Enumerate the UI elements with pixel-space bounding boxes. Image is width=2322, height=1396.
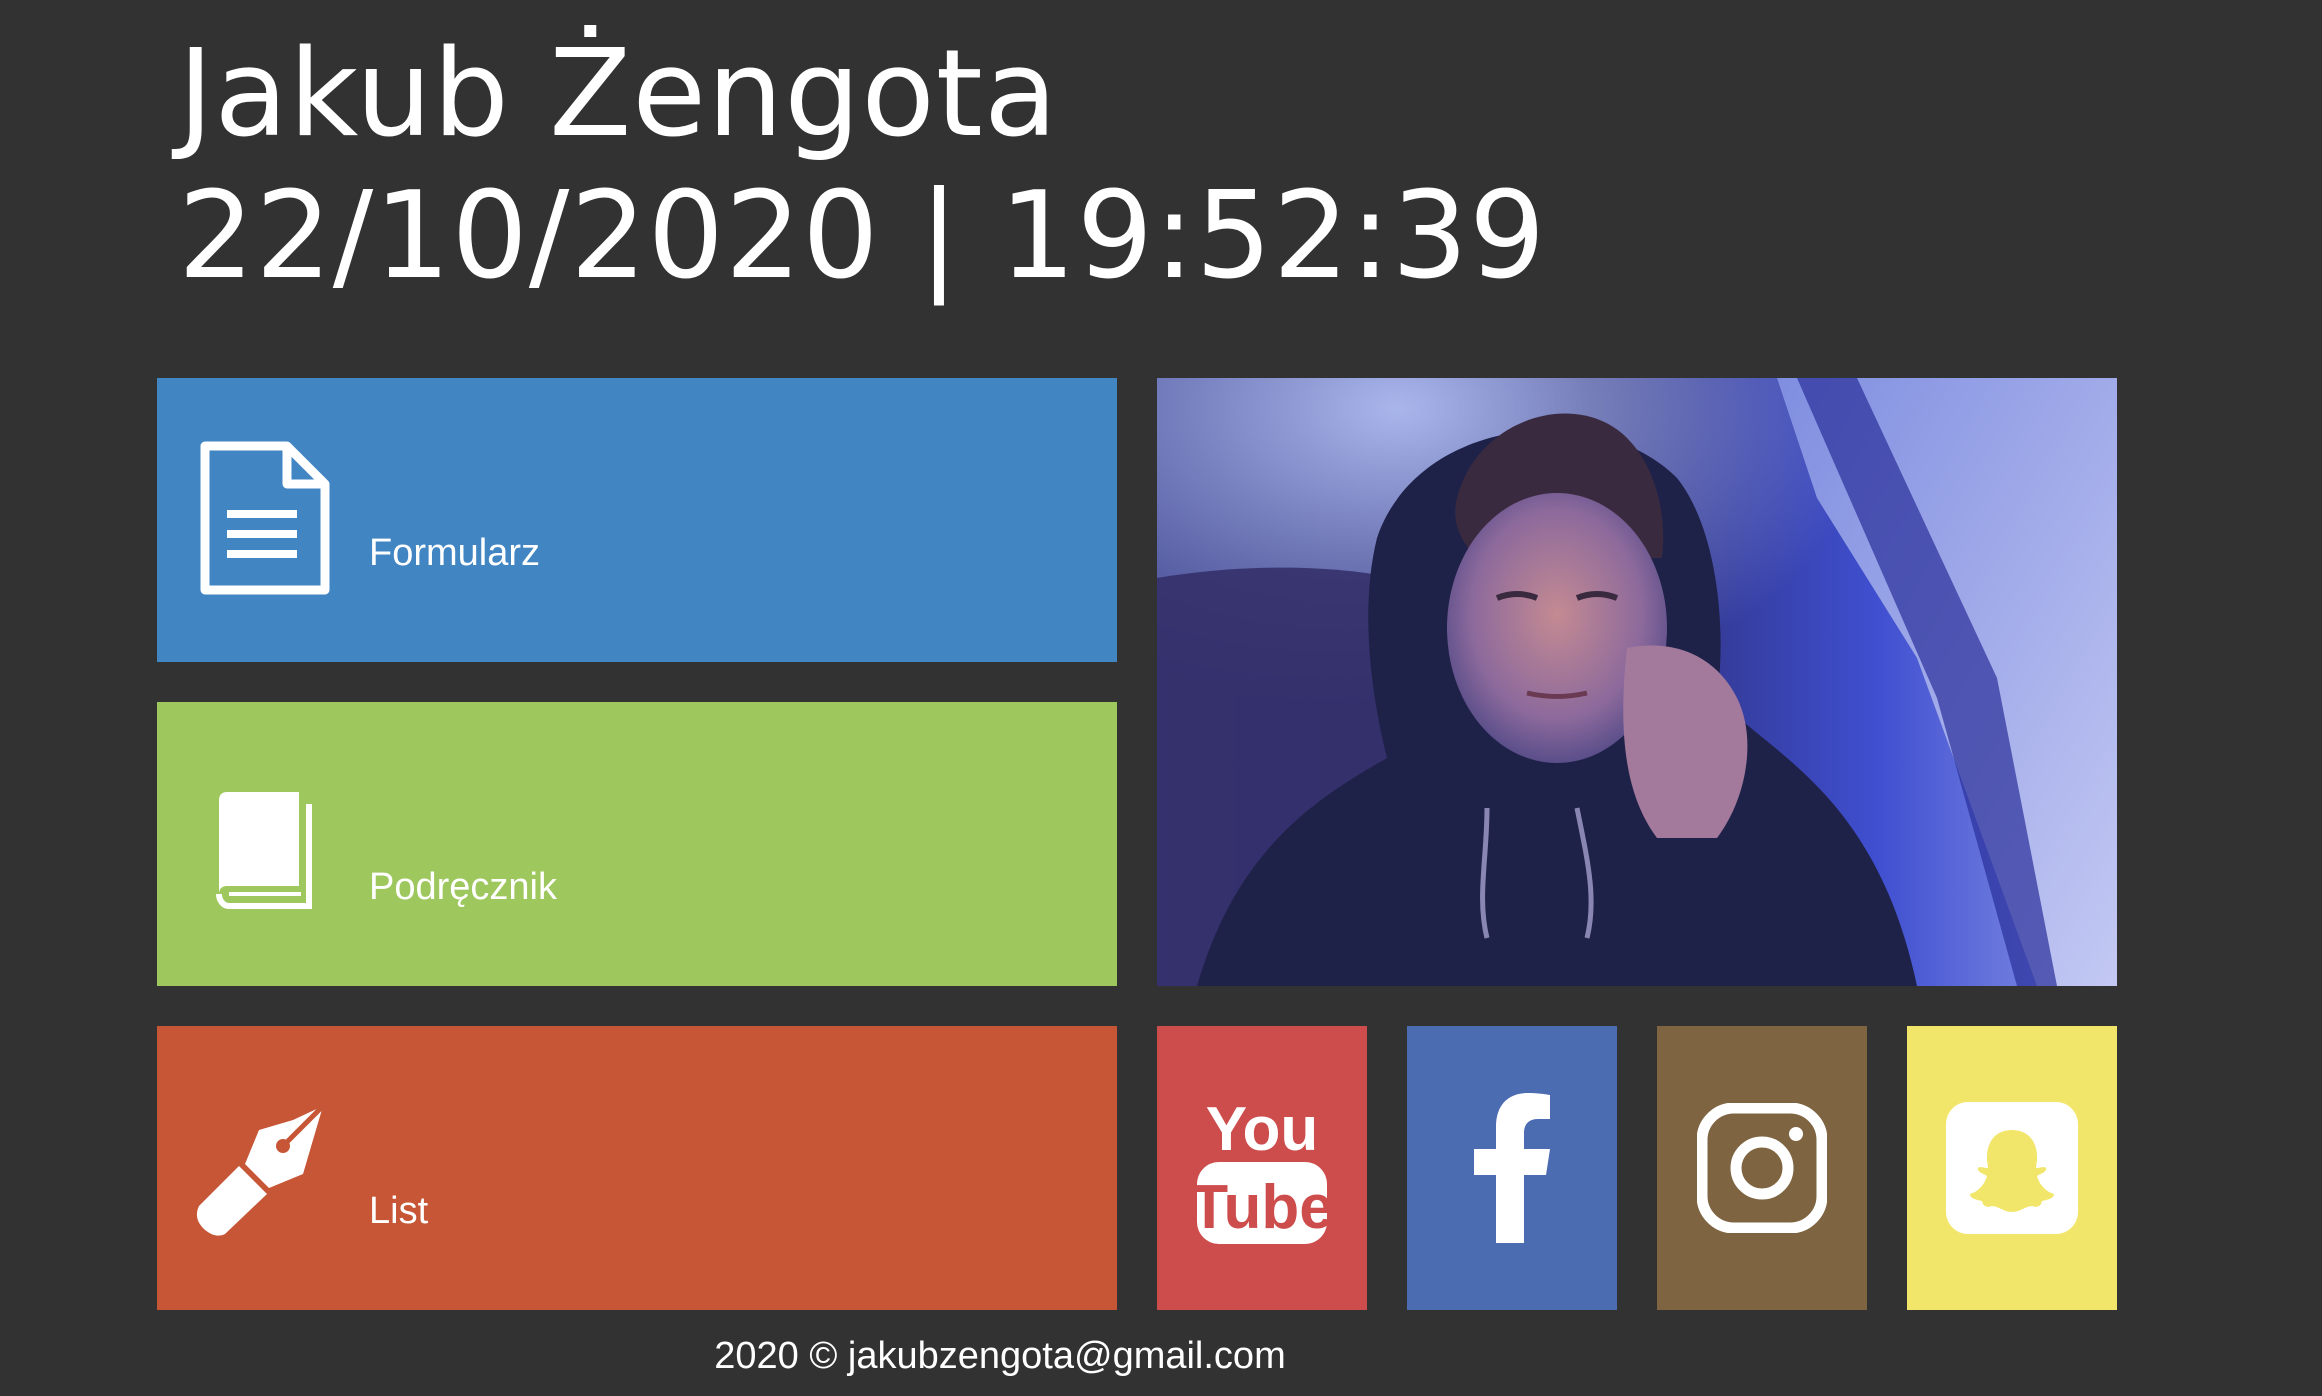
tile-list-label: List [369,1190,429,1232]
fountain-pen-icon [193,1100,333,1240]
document-icon [197,440,331,600]
youtube-icon: You Tube [1190,1088,1334,1248]
tile-formularz-label: Formularz [369,532,541,574]
date-time-display: 22/10/2020 | 19:52:39 [178,167,1547,306]
page-title: Jakub Żengota [178,25,1059,164]
snapchat-link[interactable] [1907,1026,2117,1310]
tile-list[interactable]: List [157,1026,1117,1310]
profile-photo [1157,378,2117,986]
youtube-logo-tube: Tube [1197,1173,1327,1242]
tile-formularz[interactable]: Formularz [157,378,1117,662]
copyright-symbol: © [809,1335,838,1377]
footer-year: 2020 [714,1335,799,1377]
facebook-link[interactable] [1407,1026,1617,1310]
youtube-link[interactable]: You Tube [1157,1026,1367,1310]
tile-podrecznik-label: Podręcznik [369,866,557,908]
book-icon [213,788,313,914]
footer: 2020 © jakubzengota@gmail.com [0,1328,2000,1384]
instagram-link[interactable] [1657,1026,1867,1310]
tile-podrecznik[interactable]: Podręcznik [157,702,1117,986]
instagram-icon [1696,1102,1828,1234]
snapchat-icon [1946,1102,2078,1234]
footer-email-link[interactable]: jakubzengota@gmail.com [848,1335,1286,1377]
facebook-icon [1472,1093,1552,1243]
youtube-logo-you: You [1206,1095,1319,1164]
